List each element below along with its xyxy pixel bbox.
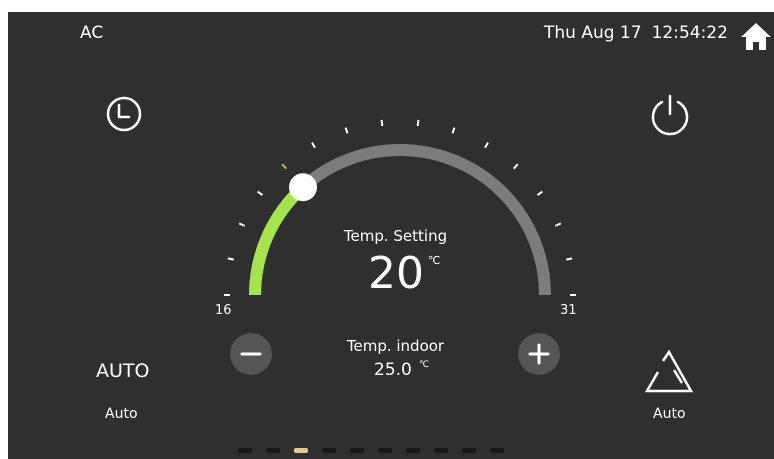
dial-tick — [227, 257, 234, 261]
page-dot[interactable] — [266, 448, 280, 453]
dial-tick — [281, 163, 287, 170]
dial-tick — [451, 127, 456, 134]
dial-knob[interactable] — [288, 173, 317, 202]
page-dot[interactable] — [322, 448, 336, 453]
ac-control-screen: AC Thu Aug 17 12:54:22 16 31 Temp. Settin… — [8, 12, 774, 459]
triangle-icon — [644, 349, 694, 393]
dial-tick — [566, 257, 573, 261]
page-dot[interactable] — [462, 448, 476, 453]
page-dot[interactable] — [350, 448, 364, 453]
dial-tick — [484, 142, 489, 149]
fan-speed-button[interactable] — [644, 349, 694, 395]
page-dot[interactable] — [378, 448, 392, 453]
page-dot[interactable] — [294, 448, 308, 453]
dial-tick — [238, 222, 246, 227]
page-dot[interactable] — [238, 448, 252, 453]
temp-indoor-unit: ℃ — [419, 360, 430, 370]
dial-tick — [311, 142, 316, 149]
temp-setting-label: Temp. Setting — [343, 227, 448, 245]
page-dot[interactable] — [434, 448, 448, 453]
dial-tick — [416, 119, 420, 127]
plus-icon — [528, 343, 550, 365]
page-dot[interactable] — [490, 448, 504, 453]
dial-tick — [344, 127, 349, 134]
increase-temp-button[interactable] — [518, 333, 560, 375]
mode-button[interactable]: AUTO — [96, 360, 149, 382]
scale-max-label: 31 — [560, 303, 577, 318]
page-indicator — [238, 448, 504, 453]
dial-tick — [380, 119, 384, 127]
minus-icon — [240, 352, 262, 356]
dial-tick — [513, 163, 519, 170]
temp-setting-value: 20 — [368, 248, 424, 299]
temp-setting-unit: ℃ — [428, 254, 441, 267]
dial-tick — [554, 222, 562, 227]
dial-tick — [536, 190, 543, 196]
decrease-temp-button[interactable] — [230, 333, 272, 375]
temp-indoor-label: Temp. indoor — [346, 337, 445, 355]
dial-tick — [257, 190, 264, 196]
scale-min-label: 16 — [215, 303, 232, 318]
page-dot[interactable] — [406, 448, 420, 453]
temp-indoor-value: 25.0 — [374, 360, 412, 380]
mode-label: Auto — [105, 406, 138, 422]
fan-speed-label: Auto — [653, 406, 686, 422]
